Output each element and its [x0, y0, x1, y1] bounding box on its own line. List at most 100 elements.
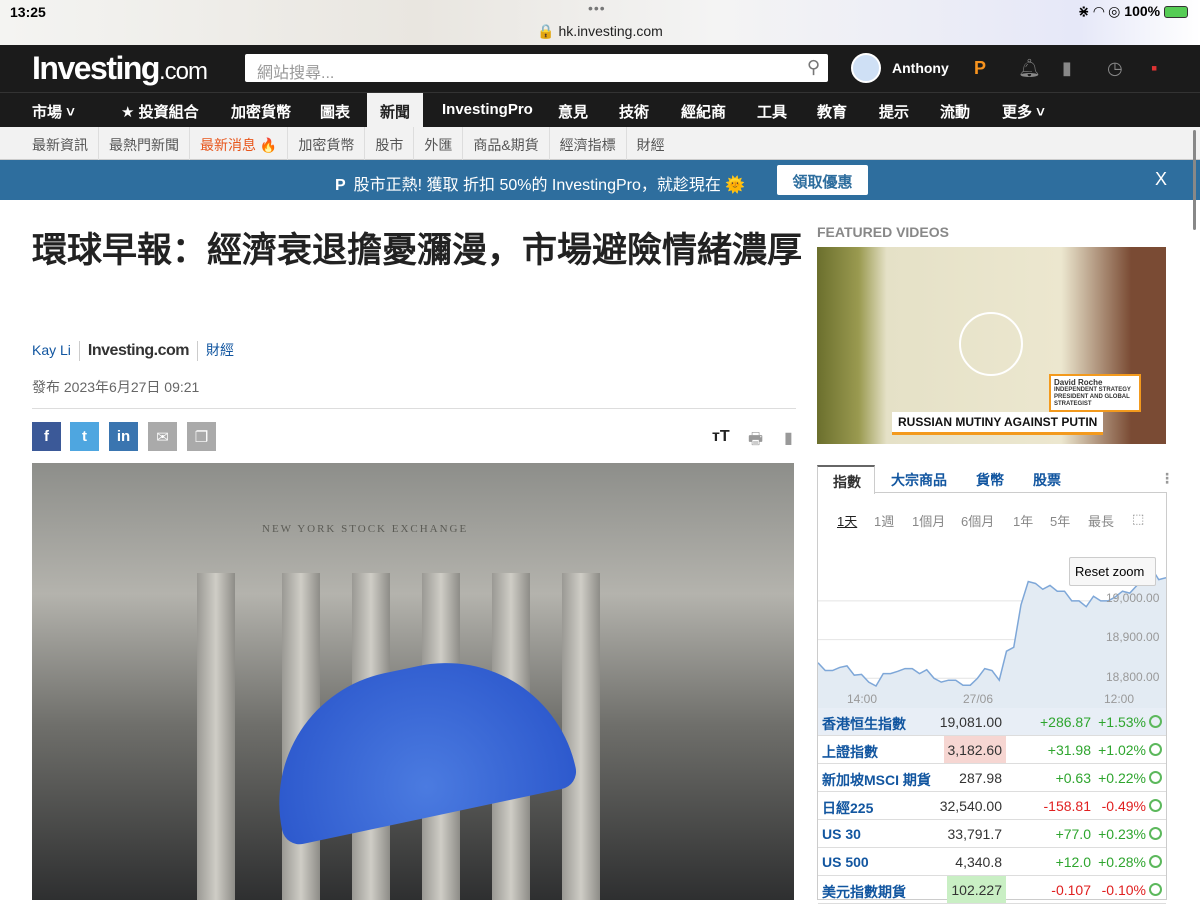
print-icon[interactable]: 🖶︎ — [748, 428, 763, 455]
market-clock-icon — [1149, 743, 1162, 756]
tab-commodities[interactable]: 大宗商品 — [891, 470, 947, 490]
nav-more[interactable]: 更多 ˅ — [1002, 101, 1045, 122]
instrument-link[interactable]: US 500 — [822, 854, 869, 870]
change: +77.0 — [1055, 826, 1091, 842]
facebook-share-button[interactable]: f — [32, 422, 61, 451]
ios-status-bar: 13:25 ••• 🔒 hk.investing.com ⋇ ◠ ◎ 100% — [0, 0, 1200, 45]
instrument-link[interactable]: 香港恒生指數 — [822, 714, 906, 734]
nav-investingpro[interactable]: InvestingPro — [442, 101, 533, 118]
hk-flag-icon[interactable]: ▪ — [1151, 58, 1157, 79]
instrument-link[interactable]: 上證指數 — [822, 742, 878, 762]
nav-portfolio[interactable]: ★ 投資組合 — [121, 101, 199, 122]
quote-row[interactable]: US 30 33,791.7 +77.0 +0.23% — [818, 820, 1166, 848]
period-1d[interactable]: 1天 — [837, 511, 857, 530]
last-price: 102.227 — [947, 876, 1006, 903]
nav-news[interactable]: 新聞 — [367, 93, 424, 128]
source-logo: Investing.com — [87, 342, 190, 359]
quote-row[interactable]: US 500 4,340.8 +12.0 +0.28% — [818, 848, 1166, 876]
battery-icon — [1164, 6, 1188, 19]
briefcase-icon[interactable]: ▮ — [1062, 58, 1072, 79]
market-clock-icon — [1149, 827, 1162, 840]
last-price: 19,081.00 — [939, 714, 1002, 730]
nav-tools[interactable]: 工具 — [757, 101, 787, 122]
bookmark-icon[interactable]: ▮ — [784, 428, 793, 448]
author-link[interactable]: Kay Li — [32, 342, 71, 358]
nav-technical[interactable]: 技術 — [619, 101, 649, 122]
email-share-button[interactable]: ✉ — [148, 422, 177, 451]
subnav-forex[interactable]: 外匯 — [414, 127, 464, 160]
column — [197, 573, 235, 900]
tab-currencies[interactable]: 貨幣 — [976, 470, 1004, 490]
x-tick: 27/06 — [963, 692, 994, 706]
subnav-economy[interactable]: 經濟指標 — [550, 127, 627, 160]
article-byline: Kay Li Investing.com 財經 — [32, 340, 234, 362]
y-tick: 18,900.00 — [1106, 630, 1160, 644]
divider — [32, 408, 796, 409]
instrument-link[interactable]: US 30 — [822, 826, 861, 842]
nav-crypto[interactable]: 加密貨幣 — [231, 101, 291, 122]
instrument-link[interactable]: 新加坡MSCI 期貨 — [822, 770, 931, 790]
subnav-finance[interactable]: 財經 — [627, 127, 675, 160]
quote-row[interactable]: 新加坡MSCI 期貨 287.98 +0.63 +0.22% — [818, 764, 1166, 792]
font-size-icon[interactable]: тT — [712, 428, 730, 446]
tab-stocks[interactable]: 股票 — [1033, 470, 1061, 490]
avatar[interactable] — [851, 53, 881, 83]
multitask-dots[interactable]: ••• — [588, 0, 606, 16]
market-tabs: 指數 大宗商品 貨幣 股票 ⋮ — [817, 465, 1174, 494]
nav-tips[interactable]: 提示 — [879, 101, 909, 122]
loading-ring-icon[interactable] — [959, 312, 1023, 376]
search-input[interactable]: 網站搜尋... ⚲ — [245, 54, 828, 82]
change: -158.81 — [1043, 798, 1091, 814]
category-link[interactable]: 財經 — [206, 342, 234, 358]
quote-row[interactable]: 香港恒生指數 19,081.00 +286.87 +1.53% — [818, 708, 1166, 736]
investing-logo[interactable]: Investing.com — [32, 50, 208, 87]
copy-link-button[interactable]: ❐ — [187, 422, 216, 451]
subnav-stocks[interactable]: 股市 — [365, 127, 415, 160]
linkedin-share-button[interactable]: in — [109, 422, 138, 451]
instrument-link[interactable]: 美元指數期貨 — [822, 882, 906, 902]
featured-video[interactable]: David Roche INDEPENDENT STRATEGY PRESIDEN… — [817, 247, 1166, 444]
nav-markets[interactable]: 市場 ˅ — [32, 101, 75, 122]
instrument-link[interactable]: 日經225 — [822, 798, 873, 818]
scrollbar[interactable] — [1193, 130, 1196, 230]
market-clock-icon — [1149, 883, 1162, 896]
quote-row[interactable]: 上證指數 3,182.60 +31.98 +1.02% — [818, 736, 1166, 764]
period-6m[interactable]: 6個月 — [961, 511, 994, 530]
user-name[interactable]: Anthony — [892, 60, 949, 76]
video-caption: RUSSIAN MUTINY AGAINST PUTIN — [892, 412, 1104, 435]
period-1y[interactable]: 1年 — [1013, 511, 1033, 530]
quote-row[interactable]: 日經225 32,540.00 -158.81 -0.49% — [818, 792, 1166, 820]
x-tick: 12:00 — [1104, 692, 1135, 706]
tab-indices[interactable]: 指數 — [817, 465, 875, 494]
subnav-crypto[interactable]: 加密貨幣 — [288, 127, 366, 160]
x-tick: 14:00 — [847, 692, 878, 706]
more-options-icon[interactable]: ⋮ — [1160, 470, 1174, 487]
y-tick: 18,800.00 — [1106, 670, 1160, 684]
period-5y[interactable]: 5年 — [1050, 511, 1070, 530]
nav-brokers[interactable]: 經紀商 — [681, 101, 726, 122]
claim-offer-button[interactable]: 領取優惠 — [777, 165, 868, 195]
period-max[interactable]: 最長 — [1088, 511, 1114, 530]
subnav-latest[interactable]: 最新資訊 — [0, 127, 99, 160]
period-1m[interactable]: 1個月 — [912, 511, 945, 530]
search-icon[interactable]: ⚲ — [807, 57, 820, 78]
bell-icon[interactable]: 🔔︎ — [1018, 58, 1041, 79]
subnav-breaking[interactable]: 最新消息 🔥 — [190, 127, 289, 160]
expand-chart-icon[interactable]: ⬚ — [1132, 511, 1144, 527]
investingpro-icon[interactable]: P — [974, 58, 986, 79]
market-clock-icon — [1149, 855, 1162, 868]
nav-education[interactable]: 教育 — [817, 101, 847, 122]
period-1w[interactable]: 1週 — [874, 511, 894, 530]
reset-zoom-button[interactable]: Reset zoom — [1069, 557, 1156, 586]
close-icon[interactable]: X — [1155, 169, 1167, 190]
twitter-share-button[interactable]: t — [70, 422, 99, 451]
subnav-commodities[interactable]: 商品&期貨 — [463, 127, 550, 160]
address-bar[interactable]: 🔒 hk.investing.com — [0, 23, 1200, 40]
speaker-title: INDEPENDENT STRATEGY PRESIDENT AND GLOBA… — [1054, 387, 1131, 407]
nav-mobile[interactable]: 流動 — [940, 101, 970, 122]
subnav-popular[interactable]: 最熱門新聞 — [99, 127, 190, 160]
status-icons: ⋇ ◠ ◎ 100% — [1078, 3, 1188, 20]
nav-charts[interactable]: 圖表 — [320, 101, 350, 122]
clock-icon[interactable]: ◷ — [1107, 58, 1123, 79]
nav-opinion[interactable]: 意見 — [558, 101, 588, 122]
